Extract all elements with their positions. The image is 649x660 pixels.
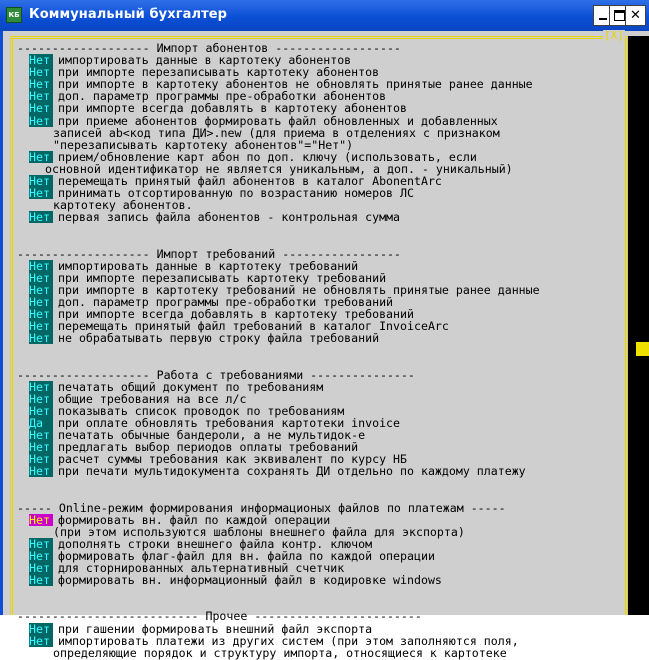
setting-value-toggle[interactable]: Нет (29, 381, 53, 393)
setting-label-continuation: определяющие порядок и структуру импорта… (53, 645, 507, 660)
setting-value-toggle[interactable]: Нет (29, 634, 53, 647)
scrollbar-thumb[interactable] (636, 342, 649, 356)
section-header: ----- Online-режим формирования информац… (17, 500, 506, 515)
setting-value-toggle[interactable]: Нет (29, 622, 53, 635)
section-header-row: ------------------- Работа с требованиям… (17, 368, 625, 380)
setting-row[interactable]: Нет общие требования на все л/с (29, 393, 625, 405)
minimize-icon (599, 18, 607, 20)
setting-row[interactable]: Нет формировать вн. информационный файл в… (29, 574, 625, 586)
title-bar: КБ Коммунальный бухгалтер ✕ (0, 0, 649, 31)
setting-row[interactable]: Нет импортировать данные в картотеку треб… (29, 260, 625, 272)
setting-value-toggle[interactable]: Нет (29, 332, 53, 344)
section-header-row: ----- Online-режим формирования информац… (17, 501, 625, 513)
section-header: -------------------------- Прочее ------… (17, 609, 422, 624)
window-left-border (0, 31, 3, 615)
section-header: ------------------- Работа с требованиям… (17, 367, 415, 382)
setting-value-toggle[interactable]: Нет (29, 574, 53, 586)
setting-value-toggle[interactable]: Нет (29, 114, 53, 127)
frame-close-button[interactable]: [X] (603, 30, 625, 42)
section-header-row: -------------------------- Прочее ------… (17, 610, 625, 622)
setting-row[interactable]: Нет при гашении формировать внешний файл … (29, 622, 625, 635)
setting-value-toggle[interactable]: Нет (29, 211, 53, 223)
setting-row[interactable]: Нет при приеме абонентов формировать файл… (29, 114, 625, 127)
continuation-row: определяющие порядок и структуру импорта… (29, 647, 625, 659)
maximize-icon (614, 10, 625, 21)
setting-row[interactable]: Нет не обрабатывать первую строку файла т… (29, 332, 625, 344)
setting-label: при печати мультидокумента сохранять ДИ … (58, 464, 526, 479)
vertical-scrollbar[interactable] (628, 36, 649, 615)
setting-value-toggle[interactable]: Нет (29, 465, 53, 477)
window-title: Коммунальный бухгалтер (29, 7, 228, 22)
setting-value-toggle[interactable]: Нет (29, 514, 53, 526)
setting-value-toggle[interactable]: Нет (29, 393, 53, 405)
setting-row[interactable]: Нет при импорте всегда добавлять в картот… (29, 102, 625, 115)
setting-row[interactable]: Нет импортировать платежи из других систе… (29, 634, 625, 647)
setting-row[interactable]: Нет печатать общий документ по требования… (29, 381, 625, 393)
setting-label: формировать вн. информационный файл в ко… (58, 573, 442, 588)
close-button[interactable]: ✕ (625, 5, 646, 26)
setting-label: первая запись файла абонентов - контроль… (58, 210, 401, 225)
continuation-row: записей ab<код типа ДИ>.new (для приема … (29, 127, 625, 139)
setting-value-toggle[interactable]: Нет (29, 260, 53, 272)
setting-row[interactable]: Нет при печати мультидокумента сохранять … (29, 465, 625, 477)
setting-label: не обрабатывать первую строку файла треб… (58, 331, 380, 346)
setting-row[interactable]: Нет первая запись файла абонентов - контр… (29, 211, 625, 223)
setting-value-toggle[interactable]: Нет (29, 102, 53, 115)
settings-list: ------------------- Импорт абонентов ---… (17, 42, 625, 659)
section-header-row: ------------------- Импорт требований --… (17, 247, 625, 259)
setting-row[interactable]: Нет формировать вн. файл по каждой операц… (29, 514, 625, 526)
section-header: ------------------- Импорт требований --… (17, 246, 401, 261)
app-icon: КБ (6, 7, 22, 23)
